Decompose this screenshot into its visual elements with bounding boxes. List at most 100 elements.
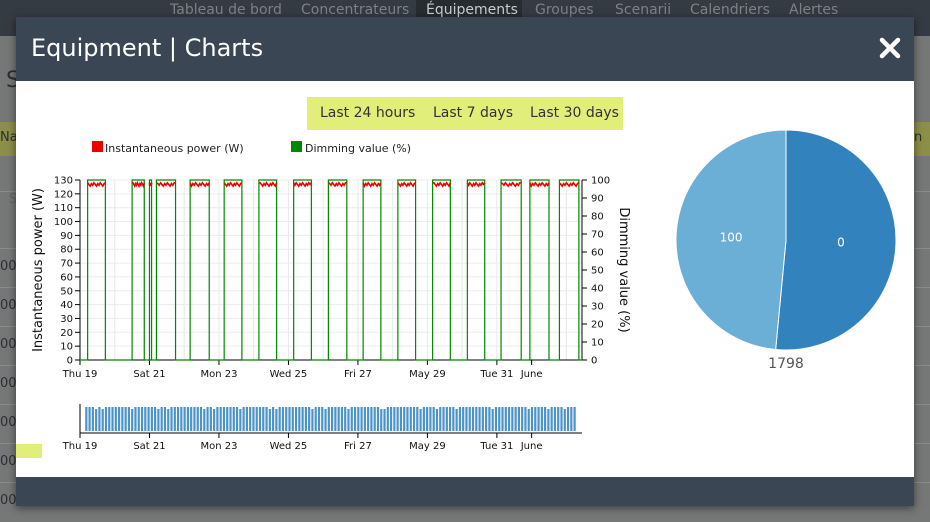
dimming-series-line xyxy=(80,179,582,361)
power-series-segment xyxy=(529,181,550,188)
nav-item-alerts[interactable]: Alertes xyxy=(789,2,838,18)
navigator-bar xyxy=(353,407,357,431)
navigator-bar xyxy=(180,407,183,431)
navigator-bar xyxy=(235,407,239,431)
navigator-bar xyxy=(147,407,150,431)
left-axis-tick-label: 90 xyxy=(60,231,73,242)
power-series-segment xyxy=(87,181,106,188)
navigator-bar xyxy=(272,407,275,431)
navigator-bar xyxy=(422,407,425,431)
navigator-bar xyxy=(344,407,347,431)
navigator-bar xyxy=(91,407,94,431)
left-axis-tick-label: 50 xyxy=(60,286,73,297)
navigator-bar xyxy=(239,409,242,431)
navigator-bar xyxy=(140,407,144,431)
yellow-action-chip[interactable] xyxy=(16,444,42,458)
background-column-header: n xyxy=(914,130,923,145)
nav-item-groups[interactable]: Groupes xyxy=(535,2,594,18)
right-axis-tick-label: 30 xyxy=(591,302,604,313)
navigator-bar xyxy=(485,407,488,431)
left-axis-title: Instantaneous power (W) xyxy=(31,188,46,352)
right-axis-tick-label: 10 xyxy=(591,338,604,349)
legend-power-label[interactable]: Instantaneous power (W) xyxy=(105,142,244,155)
navigator-bar xyxy=(521,407,524,431)
navigator-bar xyxy=(219,407,222,431)
nav-item-scenarios[interactable]: Scenarii xyxy=(615,2,671,18)
navigator-bar xyxy=(262,407,265,431)
navigator-bar xyxy=(534,407,537,431)
navigator-bar xyxy=(275,409,278,431)
navigator-bar xyxy=(501,407,504,431)
navigator-bar xyxy=(399,407,403,431)
nav-item-equipment[interactable]: Équipements xyxy=(426,2,518,18)
navigator-bar xyxy=(176,407,180,431)
navigator-bar xyxy=(294,407,298,431)
navigator-bar xyxy=(544,407,547,431)
power-series-segment xyxy=(292,181,313,188)
navigator-bar xyxy=(389,407,393,431)
navigator-bar xyxy=(206,407,209,431)
left-axis-tick-label: 120 xyxy=(54,189,73,200)
navigator-bar xyxy=(196,407,199,431)
navigator-bar xyxy=(435,409,439,431)
pie-total-label: 1798 xyxy=(768,356,804,372)
last-7-days-button[interactable]: Last 7 days xyxy=(433,105,513,121)
navigator-tick-label: Thu 19 xyxy=(62,441,98,452)
navigator-bar xyxy=(350,407,353,431)
left-axis-tick-label: 0 xyxy=(67,356,73,367)
right-axis-tick-label: 100 xyxy=(591,176,610,187)
navigator-bar xyxy=(252,407,255,431)
legend-dimming-label[interactable]: Dimming value (%) xyxy=(305,142,411,155)
navigator-bar xyxy=(409,407,412,431)
left-axis-tick-label: 10 xyxy=(60,342,73,353)
navigator-bar xyxy=(403,407,406,431)
close-x-icon xyxy=(879,37,901,59)
bottom-axis-tick-label: Thu 19 xyxy=(62,369,98,380)
navigator-bar xyxy=(314,407,317,431)
dimming-pie-chart: 0 100 xyxy=(675,129,897,351)
navigator-bar xyxy=(278,407,281,431)
background-cell: 00 xyxy=(0,298,17,313)
navigator-bar xyxy=(514,407,517,431)
navigator-bar xyxy=(540,407,543,431)
navigator-bar xyxy=(88,407,91,431)
power-series-segment xyxy=(362,181,382,189)
last-30-days-button[interactable]: Last 30 days xyxy=(530,105,619,121)
navigator-bar xyxy=(524,407,527,431)
navigator-bar xyxy=(183,407,186,431)
navigator-bar xyxy=(127,407,131,431)
navigator-tick-label: May 29 xyxy=(409,441,446,452)
right-axis-tick-label: 20 xyxy=(591,320,604,331)
navigator-bar xyxy=(553,407,557,431)
navigator-bar xyxy=(488,407,491,431)
navigator-bar xyxy=(255,407,258,431)
navigator-bar xyxy=(494,407,498,431)
navigator-bar xyxy=(216,407,219,431)
navigator-bar xyxy=(213,409,216,431)
navigator-bar xyxy=(229,407,232,431)
nav-item-concentrators[interactable]: Concentrateurs xyxy=(301,2,409,18)
bottom-axis-tick-label: Mon 23 xyxy=(200,369,237,380)
last-24-hours-button[interactable]: Last 24 hours xyxy=(320,105,415,121)
background-cell: 00 xyxy=(0,454,17,469)
right-axis-tick-label: 90 xyxy=(591,194,604,205)
navigator-bar xyxy=(311,409,314,431)
navigator-bar xyxy=(448,407,452,431)
background-cell: 00 xyxy=(0,493,17,508)
nav-item-dashboard[interactable]: Tableau de bord xyxy=(170,2,282,18)
power-series-segment xyxy=(466,181,486,188)
navigator-bar xyxy=(111,407,114,431)
nav-item-calendars[interactable]: Calendriers xyxy=(690,2,770,18)
navigator-bar xyxy=(144,407,147,431)
navigator-bar xyxy=(199,407,203,431)
navigator-bar xyxy=(167,409,170,431)
navigator-bar xyxy=(160,407,163,431)
navigator-bar xyxy=(380,409,383,431)
navigator-bar xyxy=(324,409,327,431)
navigator-bar xyxy=(134,407,137,431)
navigator-tick-label: June xyxy=(520,441,543,452)
close-button[interactable] xyxy=(878,36,902,60)
navigator-bar xyxy=(504,407,507,431)
pie-slice[interactable] xyxy=(775,129,897,351)
navigator-bar xyxy=(471,407,475,431)
